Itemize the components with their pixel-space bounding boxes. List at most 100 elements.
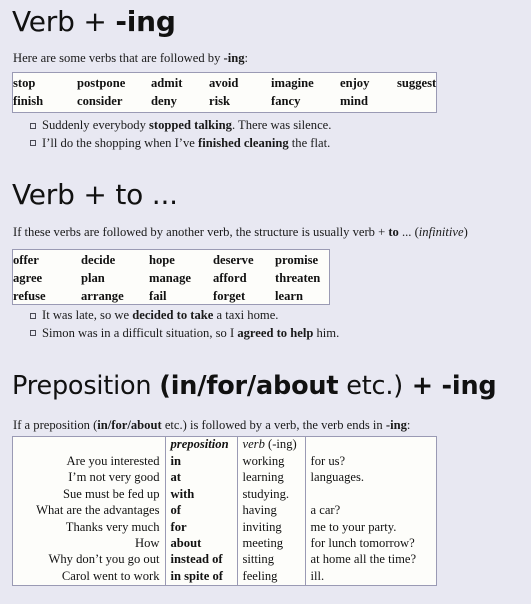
verb-word: decide [81,253,116,267]
verb-ing-word-box: stop postpone admit avoid imagine enjoy … [12,72,437,113]
verb-word: stop [13,76,36,90]
column-header-verb: verb (-ing) [236,437,305,454]
table-row: Thanks very much for inviting me to your… [13,519,436,536]
verb-cell: sitting [236,552,305,569]
preposition-cell: in spite of [164,568,237,585]
verb-word: deny [151,94,177,108]
page-title-verb-to: Verb + to ... [12,178,178,211]
complement-cell [304,486,436,504]
intro-verb-ing-bold: -ing [223,51,245,65]
verb-word: finish [13,94,44,108]
complement-cell: ill. [304,568,436,585]
clause-cell: What are the advantages [36,503,160,518]
clause-cell: Are you interested [66,454,160,468]
verb-ing-row-1: stop postpone admit avoid imagine enjoy … [13,74,457,92]
verb-word: fail [149,289,167,303]
verb-word: forget [213,289,246,303]
verb-cell: having [236,503,305,520]
column-header-preposition: preposition [164,437,237,454]
verb-word: promise [275,253,319,267]
table-row: Carol went to work in spite of feeling i… [13,568,436,585]
heading-verb-ing-bold: -ing [115,5,176,38]
intro-preposition-ing: If a preposition (in/for/about etc.) is … [13,418,411,432]
clause-cell: Why don’t you go out [48,552,160,567]
heading-verb-ing-prefix: Verb + [12,5,116,38]
verb-ing-row-2: finish consider deny risk fancy mind [13,92,457,110]
example-sentence: It was late, so we decided to take a tax… [42,308,279,322]
verb-to-row-3: refuse arrange fail forget learn [13,287,331,305]
verb-to-example-list: It was late, so we decided to take a tax… [30,307,339,342]
verb-word: enjoy [340,76,370,90]
verb-word: afford [213,271,247,285]
complement-cell: for us? [304,454,436,471]
example-sentence: Simon was in a difficult situation, so I… [42,325,340,340]
preposition-cell: about [164,535,237,553]
clause-cell: Thanks very much [65,519,160,534]
worksheet-page: Verb + -ing Here are some verbs that are… [0,0,531,604]
table-row: Are you interested in working for us? [13,454,436,471]
verb-word: consider [77,94,123,108]
complement-cell: at home all the time? [304,552,436,569]
page-title-verb-ing: Verb + -ing [12,4,176,40]
verb-word: mind [340,94,368,108]
table-row: I’m not very good at learning languages. [13,470,436,487]
clause-cell: Carol went to work [61,568,160,583]
checkbox-square-icon [30,330,36,336]
preposition-cell: for [164,519,237,536]
table-header-row: preposition verb (-ing) [13,437,436,454]
verb-to-row-2: agree plan manage afford threaten [13,269,331,287]
verb-to-row-1: offer decide hope deserve promise [13,251,331,269]
verb-cell: learning [236,470,305,487]
verb-word: arrange [81,289,124,303]
clause-cell: How [135,535,160,550]
verb-ing-word-grid: stop postpone admit avoid imagine enjoy … [13,74,457,110]
verb-to-word-box: offer decide hope deserve promise agree … [12,249,330,305]
column-header-clause [13,437,165,454]
table-row: Why don’t you go out instead of sitting … [13,552,436,569]
list-item: It was late, so we decided to take a tax… [30,307,339,325]
example-sentence: Suddenly everybody stopped talking. Ther… [42,118,332,132]
verb-word: threaten [275,271,321,285]
preposition-cell: instead of [164,552,237,569]
checkbox-square-icon [30,122,36,129]
table-row: Sue must be fed up with studying. [13,486,436,504]
verb-word: imagine [271,76,314,90]
verb-cell: studying. [236,486,305,504]
intro-verb-ing-suffix: : [244,51,249,65]
complement-cell: a car? [304,503,436,520]
list-item: Simon was in a difficult situation, so I… [30,325,339,343]
list-item: Suddenly everybody stopped talking. Ther… [30,117,331,135]
verb-word: fancy [271,94,301,108]
verb-word: hope [149,253,175,267]
verb-word: refuse [13,289,46,303]
table-row: How about meeting for lunch tomorrow? [13,535,436,553]
verb-word: agree [13,271,43,285]
checkbox-square-icon [30,312,36,319]
preposition-cell: of [164,503,237,520]
verb-word: deserve [213,253,254,267]
page-title-preposition-ing: Preposition (in/for/about etc.) + -ing [12,371,497,401]
verb-word: manage [149,271,191,285]
intro-verb-to: If these verbs are followed by another v… [13,225,468,239]
complement-cell: for lunch tomorrow? [304,535,436,553]
checkbox-square-icon [30,140,36,146]
verb-word: admit [151,76,183,90]
verb-cell: inviting [236,519,305,536]
list-item: I’ll do the shopping when I’ve finished … [30,135,331,153]
preposition-cell: in [164,454,237,471]
preposition-cell: at [164,470,237,487]
preposition-grid: preposition verb (-ing) Are you interest… [13,437,436,585]
verb-word: risk [209,94,230,108]
verb-word: learn [275,289,303,303]
clause-cell: I’m not very good [68,470,160,485]
verb-word [397,92,457,110]
clause-cell: Sue must be fed up [62,486,160,501]
verb-word: offer [13,253,39,267]
complement-cell: me to your party. [304,519,436,536]
preposition-cell: with [164,486,237,504]
column-header-complement [304,437,436,454]
preposition-examples-table: preposition verb (-ing) Are you interest… [12,436,437,586]
verb-cell: meeting [236,535,305,553]
verb-cell: feeling [236,568,305,585]
verb-word: suggest [397,76,437,90]
